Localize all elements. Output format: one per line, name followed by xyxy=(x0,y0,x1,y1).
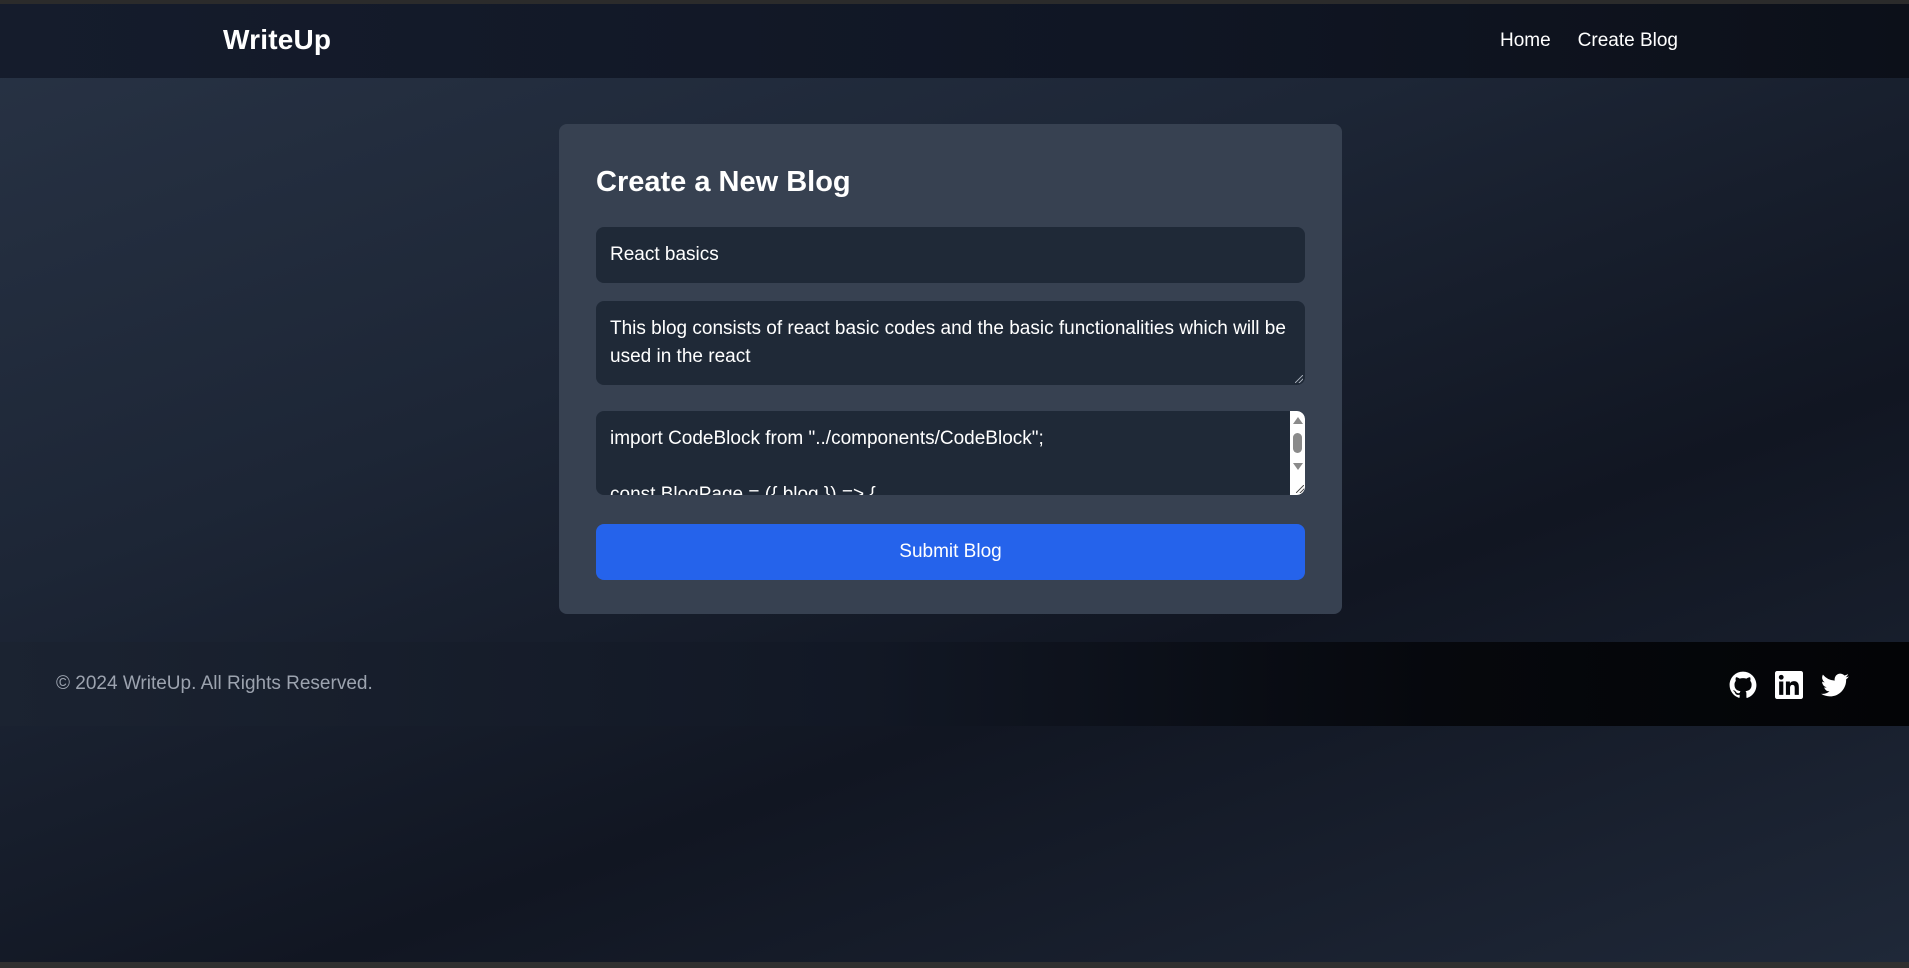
scroll-down-arrow-icon[interactable] xyxy=(1293,463,1303,470)
copyright-text: © 2024 WriteUp. All Rights Reserved. xyxy=(56,673,373,694)
site-header: WriteUp Home Create Blog xyxy=(0,4,1909,78)
page: WriteUp Home Create Blog Create a New Bl… xyxy=(0,4,1909,962)
site-footer: © 2024 WriteUp. All Rights Reserved. xyxy=(0,642,1909,726)
description-text: This blog consists of react basic codes … xyxy=(610,318,1286,367)
scroll-thumb[interactable] xyxy=(1293,433,1302,453)
window-bottom-edge xyxy=(0,962,1909,968)
social-links xyxy=(1729,671,1849,699)
github-icon[interactable] xyxy=(1729,671,1757,699)
page-title: Create a New Blog xyxy=(596,166,851,198)
scroll-up-arrow-icon[interactable] xyxy=(1293,417,1303,424)
resize-handle-icon[interactable] xyxy=(1295,375,1303,383)
submit-blog-button[interactable]: Submit Blog xyxy=(596,524,1305,580)
code-scrollbar[interactable] xyxy=(1290,411,1305,495)
linkedin-icon[interactable] xyxy=(1775,671,1803,699)
main-nav: Home Create Blog xyxy=(1500,30,1678,52)
blog-description-textarea[interactable]: This blog consists of react basic codes … xyxy=(596,301,1305,385)
blog-code-textarea[interactable]: import CodeBlock from "../components/Cod… xyxy=(596,411,1305,495)
create-blog-card: Create a New Blog React basics This blog… xyxy=(559,124,1342,614)
brand-logo[interactable]: WriteUp xyxy=(223,24,331,56)
blog-title-input[interactable]: React basics xyxy=(596,227,1305,283)
resize-handle-icon[interactable] xyxy=(1296,485,1304,493)
twitter-icon[interactable] xyxy=(1821,671,1849,699)
nav-link-home[interactable]: Home xyxy=(1500,30,1551,52)
code-line: import CodeBlock from "../components/Cod… xyxy=(610,428,1044,449)
nav-link-create-blog[interactable]: Create Blog xyxy=(1578,30,1678,52)
code-line: const BlogPage = ({ blog }) => { xyxy=(610,484,876,495)
